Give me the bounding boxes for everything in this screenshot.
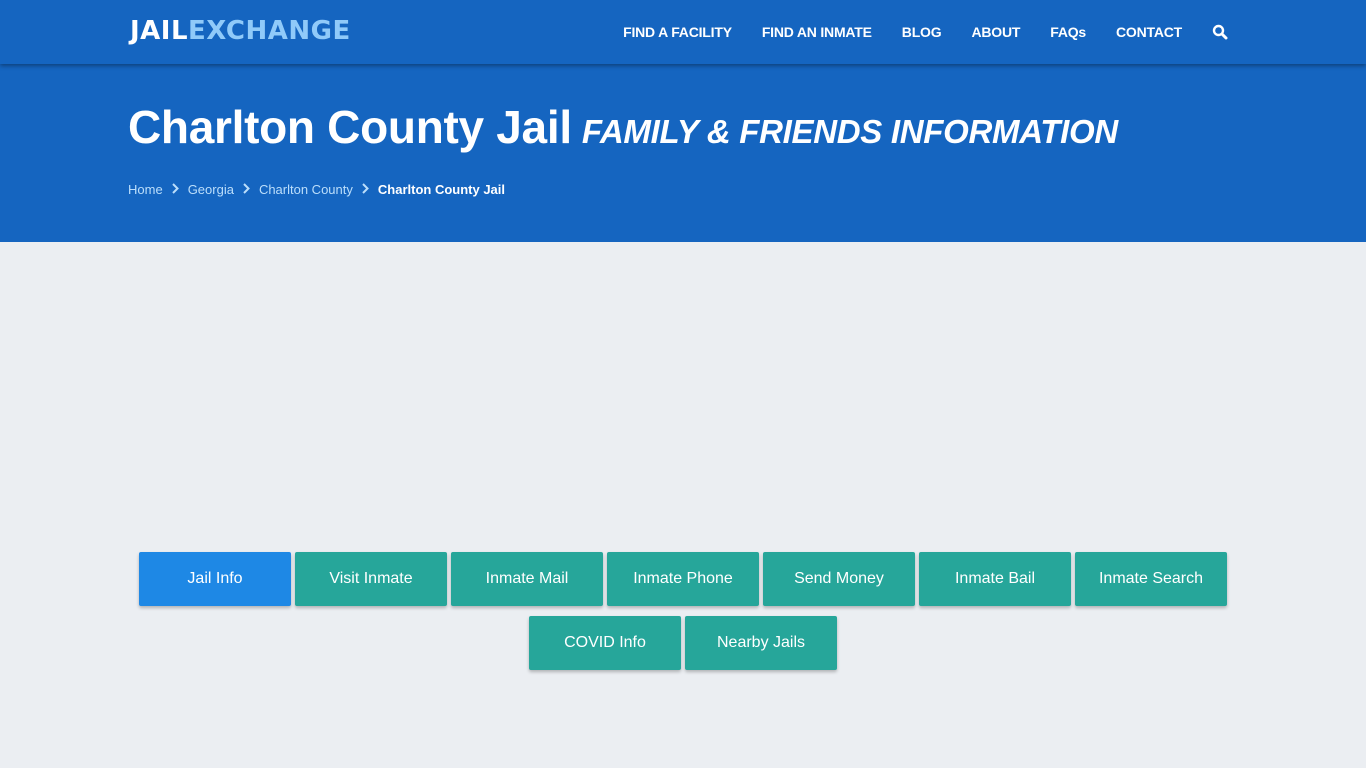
inmate-bail-button[interactable]: Inmate Bail (919, 552, 1071, 606)
breadcrumb-charlton-county[interactable]: Charlton County (259, 182, 353, 197)
inmate-mail-button[interactable]: Inmate Mail (451, 552, 603, 606)
nav-blog[interactable]: BLOG (902, 24, 942, 40)
nav-find-an-inmate[interactable]: FIND AN INMATE (762, 24, 872, 40)
chevron-right-icon (243, 182, 250, 197)
site-logo[interactable]: JAILEXCHANGE (130, 16, 351, 46)
visit-inmate-button[interactable]: Visit Inmate (295, 552, 447, 606)
nearby-jails-button[interactable]: Nearby Jails (685, 616, 837, 670)
breadcrumb: Home Georgia Charlton County Charlton Co… (128, 182, 505, 197)
page-title-subtitle: FAMILY & FRIENDS INFORMATION (581, 113, 1118, 150)
chevron-right-icon (362, 182, 369, 197)
chevron-right-icon (171, 182, 179, 197)
main-nav: FIND A FACILITY FIND AN INMATE BLOG ABOU… (593, 0, 1228, 64)
breadcrumb-home[interactable]: Home (128, 182, 163, 197)
inmate-search-button[interactable]: Inmate Search (1075, 552, 1227, 606)
top-navbar: JAILEXCHANGE FIND A FACILITY FIND AN INM… (0, 0, 1366, 64)
send-money-button[interactable]: Send Money (763, 552, 915, 606)
covid-info-button[interactable]: COVID Info (529, 616, 681, 670)
hero-banner: Charlton County Jail FAMILY & FRIENDS INF… (0, 64, 1366, 242)
search-icon[interactable] (1212, 24, 1228, 40)
breadcrumb-georgia[interactable]: Georgia (188, 182, 234, 197)
logo-text-jail: JAIL (130, 16, 189, 46)
page-title-main: Charlton County Jail (128, 101, 572, 153)
inmate-phone-button[interactable]: Inmate Phone (607, 552, 759, 606)
nav-faqs[interactable]: FAQs (1050, 24, 1086, 40)
section-buttons: Jail Info Visit Inmate Inmate Mail Inmat… (0, 552, 1366, 680)
nav-contact[interactable]: CONTACT (1116, 24, 1182, 40)
breadcrumb-current: Charlton County Jail (377, 182, 506, 197)
page-title: Charlton County Jail FAMILY & FRIENDS INF… (128, 100, 1118, 154)
jail-info-button[interactable]: Jail Info (139, 552, 291, 606)
nav-find-a-facility[interactable]: FIND A FACILITY (623, 24, 732, 40)
nav-about[interactable]: ABOUT (971, 24, 1020, 40)
logo-text-exchange: EXCHANGE (188, 16, 351, 46)
